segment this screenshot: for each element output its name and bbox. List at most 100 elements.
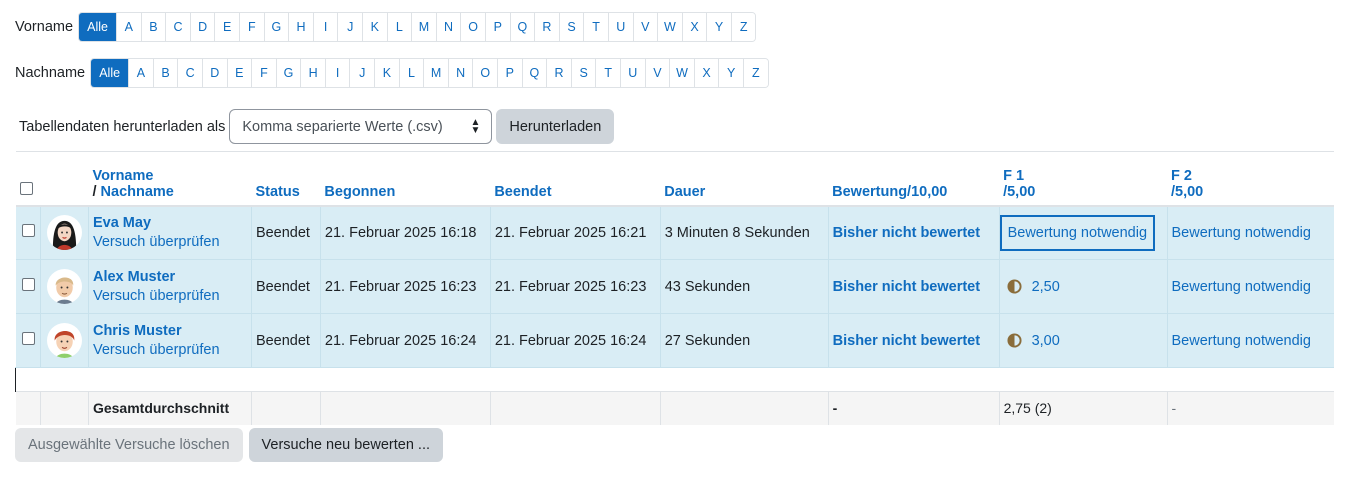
firstname-initial-n[interactable]: N: [435, 13, 461, 41]
lastname-initial-z[interactable]: Z: [742, 59, 768, 87]
finished-header[interactable]: Beendet: [490, 151, 661, 207]
lastname-initial-v[interactable]: V: [644, 59, 670, 87]
lastname-initial-l[interactable]: L: [398, 59, 424, 87]
lastname-initial-x[interactable]: X: [693, 59, 719, 87]
lastname-initial-w[interactable]: W: [669, 59, 694, 87]
firstname-initial-k[interactable]: K: [361, 13, 387, 41]
grade-cell: Bisher nicht bewertet: [827, 313, 1000, 368]
firstname-initial-m[interactable]: M: [411, 13, 436, 41]
firstname-initial-d[interactable]: D: [189, 13, 215, 41]
lastname-initial-h[interactable]: H: [300, 59, 325, 87]
firstname-initial-y[interactable]: Y: [706, 13, 731, 41]
firstname-initial-all[interactable]: Alle: [79, 13, 117, 41]
sort-lastname-link[interactable]: Nachname: [101, 184, 174, 200]
firstname-initial-p[interactable]: P: [484, 13, 510, 41]
lastname-initial-o[interactable]: O: [472, 59, 498, 87]
q1-score-link[interactable]: 3,00: [1032, 333, 1060, 349]
firstname-initial-v[interactable]: V: [632, 13, 658, 41]
firstname-initial-u[interactable]: U: [607, 13, 633, 41]
download-format-select[interactable]: Komma separierte Werte (.csv) ▲ ▼: [229, 109, 493, 144]
lastname-initial-q[interactable]: Q: [521, 59, 547, 87]
lastname-initial-f[interactable]: F: [251, 59, 276, 87]
q2-needs-grading-link[interactable]: Bewertung notwendig: [1172, 279, 1311, 295]
lastname-initial-r[interactable]: R: [546, 59, 571, 87]
q1-score-link[interactable]: 2,50: [1032, 279, 1060, 295]
regrade-button[interactable]: Versuche neu bewerten ...: [248, 428, 444, 462]
lastname-initial-k[interactable]: K: [374, 59, 399, 87]
lastname-initial-g[interactable]: G: [275, 59, 301, 87]
lastname-initial-a[interactable]: A: [128, 59, 153, 87]
q2-needs-grading-link[interactable]: Bewertung notwendig: [1172, 333, 1311, 349]
started-cell: 21. Februar 2025 16:24: [319, 313, 491, 368]
firstname-initial-x[interactable]: X: [681, 13, 707, 41]
firstname-initial-q[interactable]: Q: [509, 13, 535, 41]
lastname-initial-d[interactable]: D: [201, 59, 227, 87]
partially-correct-icon: [1007, 279, 1022, 294]
lastname-initial-all[interactable]: Alle: [91, 59, 129, 87]
firstname-initial-a[interactable]: A: [116, 13, 141, 41]
firstname-initial-j[interactable]: J: [337, 13, 362, 41]
user-name-link[interactable]: Alex Muster: [93, 269, 251, 285]
bulk-actions: Ausgewählte Versuche löschen Versuche ne…: [15, 428, 444, 462]
select-updown-icon: ▲ ▼: [470, 117, 481, 136]
q2-needs-grading-link[interactable]: Bewertung notwendig: [1172, 225, 1311, 241]
avatar[interactable]: [46, 269, 82, 304]
lastname-initial-y[interactable]: Y: [718, 59, 743, 87]
row-checkbox[interactable]: [21, 278, 35, 291]
review-attempt-link[interactable]: Versuch überprüfen: [93, 288, 251, 304]
firstname-initial-r[interactable]: R: [534, 13, 559, 41]
select-all-checkbox[interactable]: [19, 181, 33, 195]
lastname-initial-p[interactable]: P: [497, 59, 522, 87]
row-checkbox[interactable]: [21, 224, 35, 238]
avatar[interactable]: [46, 323, 82, 358]
firstname-initial-e[interactable]: E: [214, 13, 240, 41]
firstname-initial-l[interactable]: L: [386, 13, 412, 41]
lastname-filter-label: Nachname: [15, 65, 86, 81]
lastname-initial-s[interactable]: S: [570, 59, 596, 87]
firstname-initial-o[interactable]: O: [460, 13, 485, 41]
lastname-initial-m[interactable]: M: [423, 59, 448, 87]
q2-header[interactable]: F 2 /5,00: [1167, 151, 1334, 207]
avatar-cell: [39, 205, 89, 260]
lastname-initial-i[interactable]: I: [324, 59, 350, 87]
user-name-link[interactable]: Eva May: [93, 215, 251, 231]
q1-needs-grading-link[interactable]: Bewertung notwendig: [999, 214, 1156, 251]
name-cell: Eva May Versuch überprüfen: [87, 205, 252, 260]
firstname-initial-c[interactable]: C: [165, 13, 190, 41]
grade-header-label: Bewertung/10,00: [832, 183, 948, 200]
sort-firstname-link[interactable]: Vorname: [92, 168, 153, 184]
firstname-initial-w[interactable]: W: [657, 13, 682, 41]
grade-link[interactable]: Bisher nicht bewertet: [833, 279, 980, 295]
firstname-initial-i[interactable]: I: [312, 13, 338, 41]
firstname-filter-label: Vorname: [15, 19, 74, 35]
delete-selected-button[interactable]: Ausgewählte Versuche löschen: [15, 428, 243, 462]
grade-link[interactable]: Bisher nicht bewertet: [833, 333, 980, 349]
review-attempt-link[interactable]: Versuch überprüfen: [93, 234, 251, 250]
download-button[interactable]: Herunterladen: [496, 109, 615, 144]
lastname-initial-c[interactable]: C: [177, 59, 202, 87]
lastname-initial-t[interactable]: T: [595, 59, 620, 87]
lastname-initial-e[interactable]: E: [226, 59, 252, 87]
grade-header[interactable]: Bewertung/10,00: [828, 151, 1000, 207]
grade-link[interactable]: Bisher nicht bewertet: [833, 225, 980, 241]
review-attempt-link[interactable]: Versuch überprüfen: [93, 342, 251, 358]
firstname-initial-f[interactable]: F: [239, 13, 264, 41]
row-checkbox[interactable]: [21, 332, 35, 345]
lastname-initial-j[interactable]: J: [349, 59, 375, 87]
status-header[interactable]: Status: [251, 151, 321, 207]
firstname-initial-s[interactable]: S: [558, 13, 584, 41]
firstname-initial-z[interactable]: Z: [730, 13, 756, 41]
started-header[interactable]: Begonnen: [320, 151, 491, 207]
firstname-initial-t[interactable]: T: [583, 13, 608, 41]
average-label: Gesamtdurchschnitt: [87, 391, 252, 425]
firstname-initial-h[interactable]: H: [288, 13, 313, 41]
firstname-initial-g[interactable]: G: [263, 13, 289, 41]
avatar[interactable]: [46, 215, 82, 251]
q1-header[interactable]: F 1 /5,00: [999, 151, 1167, 207]
lastname-initial-b[interactable]: B: [152, 59, 178, 87]
firstname-initial-b[interactable]: B: [140, 13, 166, 41]
duration-header[interactable]: Dauer: [660, 151, 829, 207]
lastname-initial-n[interactable]: N: [447, 59, 473, 87]
user-name-link[interactable]: Chris Muster: [93, 323, 251, 339]
lastname-initial-u[interactable]: U: [620, 59, 645, 87]
